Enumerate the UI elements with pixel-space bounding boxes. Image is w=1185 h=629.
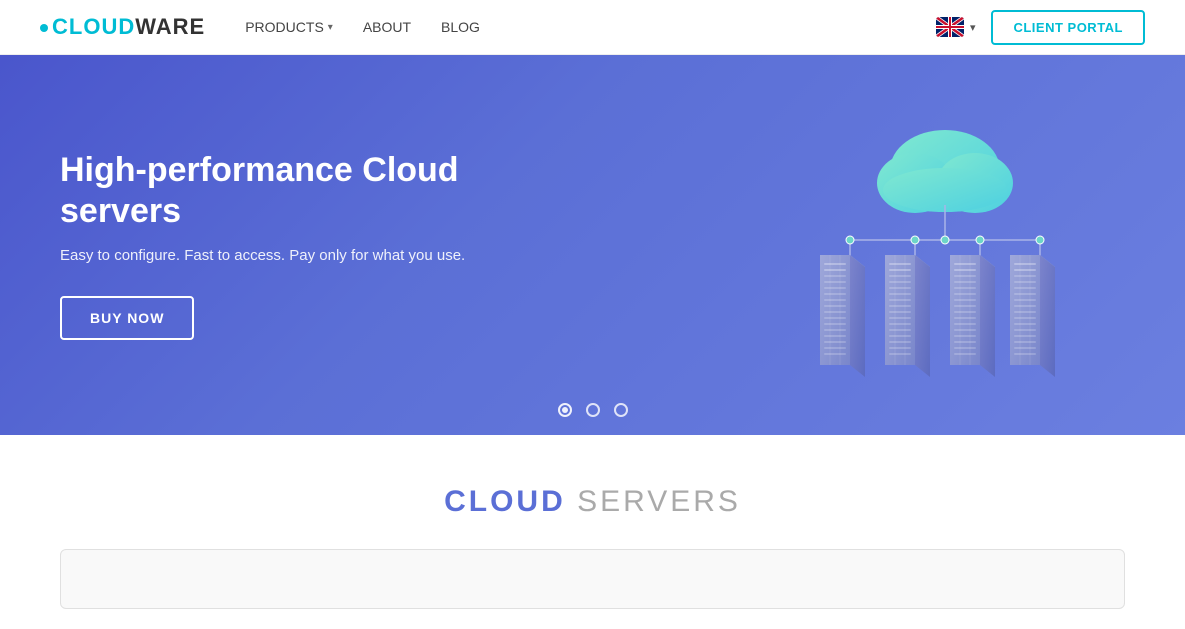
language-selector[interactable]: ▾ — [936, 17, 976, 37]
cloud-servers-section: CLOUD SERVERS — [0, 435, 1185, 629]
carousel-dot-1[interactable] — [558, 403, 572, 417]
nav-links: PRODUCTS ▾ ABOUT BLOG — [245, 19, 480, 35]
flag-icon — [936, 17, 964, 37]
section-title: CLOUD SERVERS — [40, 485, 1145, 519]
section-title-normal: SERVERS — [566, 485, 741, 518]
hero-subtitle: Easy to configure. Fast to access. Pay o… — [60, 247, 500, 264]
hero-content: High-performance Cloud servers Easy to c… — [0, 150, 500, 341]
navbar: CLOUDWARE PRODUCTS ▾ ABOUT BLOG — [0, 0, 1185, 55]
hero-illustration — [785, 95, 1105, 395]
products-dropdown-arrow: ▾ — [328, 22, 333, 33]
cloud-servers-svg — [785, 95, 1105, 395]
navbar-left: CLOUDWARE PRODUCTS ▾ ABOUT BLOG — [40, 14, 480, 40]
nav-products[interactable]: PRODUCTS ▾ — [245, 19, 333, 35]
lang-dropdown-arrow: ▾ — [970, 21, 976, 34]
client-portal-button[interactable]: CLIENT PORTAL — [991, 10, 1145, 45]
carousel-dot-3[interactable] — [614, 403, 628, 417]
logo-text: CLOUDWARE — [52, 14, 205, 40]
section-title-highlight: CLOUD — [444, 485, 566, 518]
logo[interactable]: CLOUDWARE — [40, 14, 205, 40]
nav-about[interactable]: ABOUT — [363, 19, 411, 35]
navbar-right: ▾ CLIENT PORTAL — [936, 10, 1145, 45]
buy-now-button[interactable]: BUY NOW — [60, 296, 194, 340]
carousel-dots — [558, 403, 628, 417]
logo-dot — [40, 24, 48, 32]
hero-section: High-performance Cloud servers Easy to c… — [0, 55, 1185, 435]
carousel-dot-2[interactable] — [586, 403, 600, 417]
hero-title: High-performance Cloud servers — [60, 150, 500, 232]
cards-container — [60, 549, 1125, 609]
nav-blog[interactable]: BLOG — [441, 19, 480, 35]
